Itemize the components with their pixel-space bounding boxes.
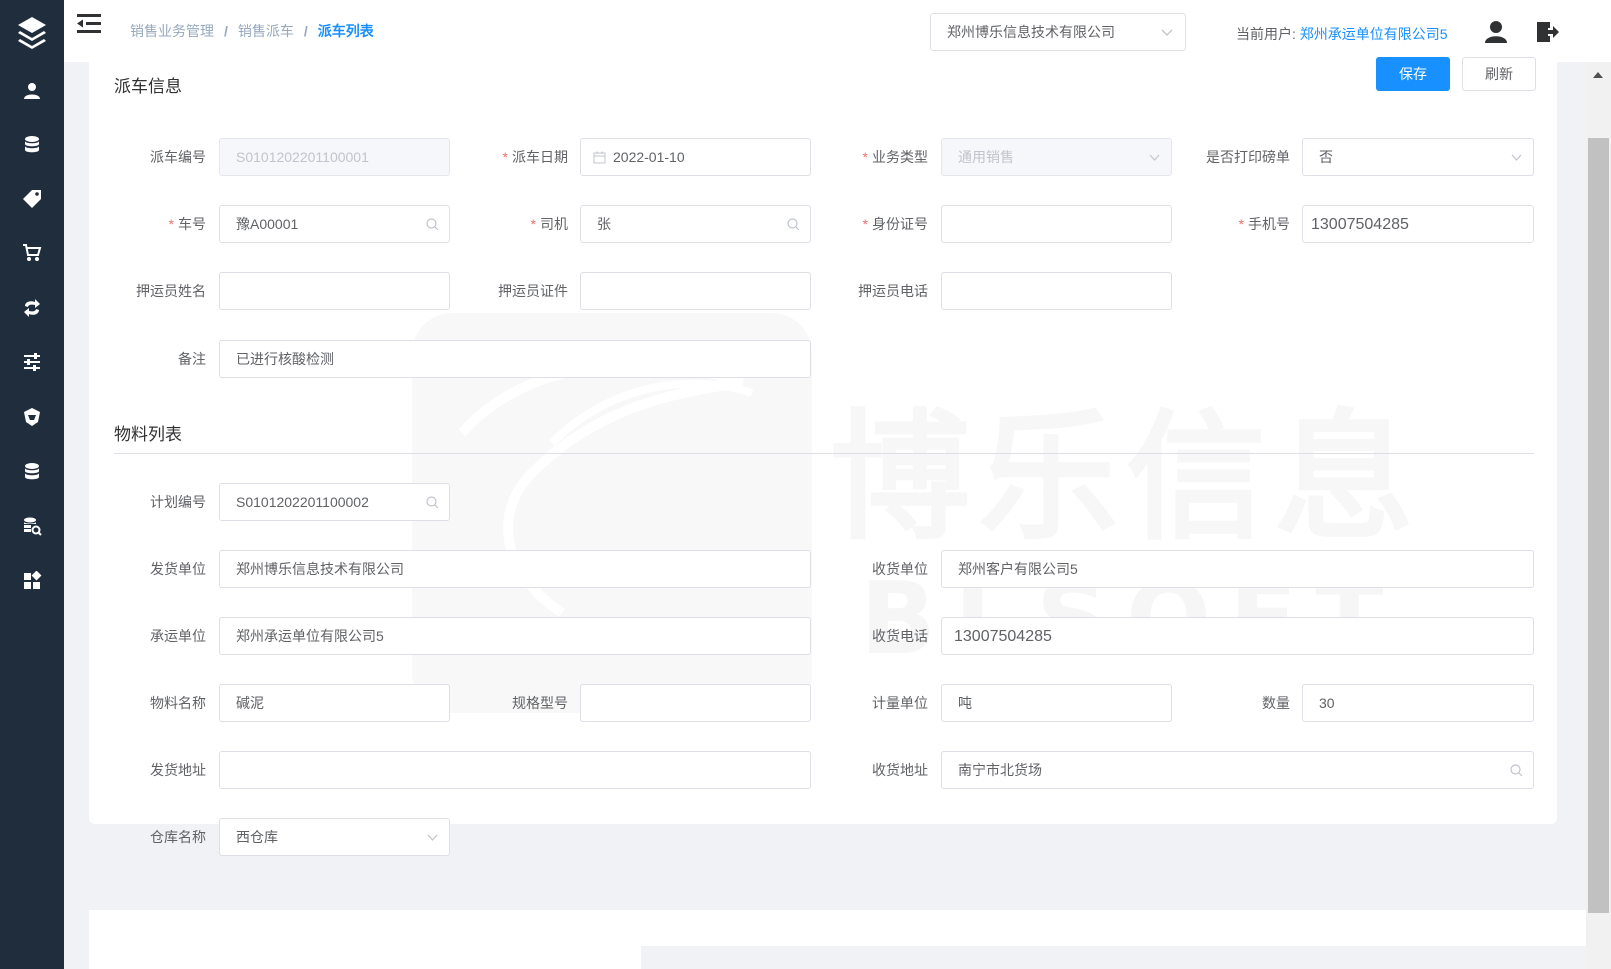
search-icon[interactable] <box>426 496 439 509</box>
unit-field[interactable]: 吨 <box>941 684 1172 722</box>
driver-field[interactable]: 张 <box>580 205 811 243</box>
breadcrumb-separator: / <box>224 23 228 39</box>
dispatch-date-field[interactable]: 2022-01-10 <box>580 138 811 176</box>
id-no-field[interactable] <box>941 205 1172 243</box>
car-no-label: * 车号 <box>168 216 206 232</box>
hamburger-icon[interactable] <box>77 13 101 35</box>
sender-field[interactable]: 郑州博乐信息技术有限公司 <box>219 550 811 588</box>
chevron-down-icon <box>1161 29 1173 36</box>
escort-id-field[interactable] <box>580 272 811 310</box>
database-icon-2[interactable] <box>19 459 45 485</box>
current-user-name[interactable]: 郑州承运单位有限公司5 <box>1300 26 1448 42</box>
warehouse-label: 仓库名称 <box>150 829 206 845</box>
company-select[interactable]: 郑州博乐信息技术有限公司 <box>930 13 1186 51</box>
search-icon[interactable] <box>426 218 439 231</box>
breadcrumb-current: 派车列表 <box>317 23 374 39</box>
unit-label: 计量单位 <box>872 695 928 711</box>
lower-card <box>89 910 1586 946</box>
breadcrumb-separator: / <box>303 23 308 39</box>
phone-label: * 手机号 <box>1238 216 1290 232</box>
users-icon[interactable] <box>19 78 45 104</box>
qty-label: 数量 <box>1262 695 1290 711</box>
carrier-label: 承运单位 <box>150 628 206 644</box>
exchange-icon[interactable] <box>19 295 45 321</box>
save-button[interactable]: 保存 <box>1376 57 1450 91</box>
refresh-button[interactable]: 刷新 <box>1462 57 1536 91</box>
recv-addr-field[interactable]: 南宁市北货场 <box>941 751 1534 789</box>
phone-field[interactable]: 13007504285 <box>1302 205 1534 243</box>
remark-label: 备注 <box>178 351 206 367</box>
escort-phone-label: 押运员电话 <box>858 283 928 299</box>
section-title-materials: 物料列表 <box>114 425 182 444</box>
remark-field[interactable]: 已进行核酸检测 <box>219 340 811 378</box>
shield-icon[interactable] <box>19 404 45 430</box>
print-weigh-label: 是否打印磅单 <box>1206 149 1290 165</box>
apps-icon[interactable] <box>19 568 45 594</box>
car-no-field[interactable]: 豫A00001 <box>219 205 450 243</box>
warehouse-select[interactable]: 西仓库 <box>219 818 450 856</box>
print-weigh-select[interactable]: 否 <box>1302 138 1534 176</box>
driver-label: * 司机 <box>530 216 568 232</box>
escort-id-label: 押运员证件 <box>498 283 568 299</box>
cart-icon[interactable] <box>19 240 45 266</box>
database-icon[interactable] <box>19 132 45 158</box>
spec-field[interactable] <box>580 684 811 722</box>
id-no-label: * 身份证号 <box>862 216 928 232</box>
chevron-down-icon <box>427 834 438 841</box>
current-user: 当前用户: 郑州承运单位有限公司5 <box>1236 24 1448 44</box>
biz-type-select[interactable]: 通用销售 <box>941 138 1172 176</box>
user-icon[interactable] <box>1484 20 1508 44</box>
qty-field[interactable]: 30 <box>1302 684 1534 722</box>
search-doc-icon[interactable] <box>19 513 45 539</box>
scrollbar-thumb[interactable] <box>1588 138 1609 913</box>
escort-name-field[interactable] <box>219 272 450 310</box>
send-addr-field[interactable] <box>219 751 811 789</box>
recv-addr-label: 收货地址 <box>872 762 928 778</box>
calendar-icon <box>593 151 606 164</box>
sliders-icon[interactable] <box>19 349 45 375</box>
breadcrumb-item[interactable]: 销售派车 <box>238 21 294 41</box>
search-icon[interactable] <box>787 218 800 231</box>
sender-label: 发货单位 <box>150 561 206 577</box>
chevron-down-icon <box>1511 154 1522 161</box>
breadcrumb: 销售业务管理 / 销售派车 / 派车列表 <box>130 21 374 41</box>
dispatch-no-field[interactable]: S0101202201100001 <box>219 138 450 176</box>
lower-card-strip <box>89 946 641 969</box>
escort-name-label: 押运员姓名 <box>136 283 206 299</box>
layers-icon[interactable] <box>16 15 48 55</box>
company-select-value: 郑州博乐信息技术有限公司 <box>947 24 1115 40</box>
receiver-phone-field[interactable]: 13007504285 <box>941 617 1534 655</box>
send-addr-label: 发货地址 <box>150 762 206 778</box>
escort-phone-field[interactable] <box>941 272 1172 310</box>
section-divider <box>114 453 1534 454</box>
receiver-phone-label: 收货电话 <box>872 628 928 644</box>
plan-no-field[interactable]: S0101202201100002 <box>219 483 450 521</box>
plan-no-label: 计划编号 <box>150 494 206 510</box>
chevron-down-icon <box>1149 154 1160 161</box>
receiver-field[interactable]: 郑州客户有限公司5 <box>941 550 1534 588</box>
breadcrumb-item[interactable]: 销售业务管理 <box>130 21 214 41</box>
dispatch-no-label: 派车编号 <box>150 149 206 165</box>
material-name-label: 物料名称 <box>150 695 206 711</box>
dispatch-date-label: * 派车日期 <box>502 149 568 165</box>
watermark-text-cn: 博乐信息 <box>830 397 1423 560</box>
logout-icon[interactable] <box>1535 20 1559 44</box>
tag-icon[interactable] <box>19 186 45 212</box>
search-icon[interactable] <box>1510 764 1523 777</box>
top-header: 销售业务管理 / 销售派车 / 派车列表 郑州博乐信息技术有限公司 当前用户: … <box>64 0 1611 62</box>
material-name-field[interactable]: 碱泥 <box>219 684 450 722</box>
section-title-dispatch: 派车信息 <box>114 77 182 96</box>
current-user-label: 当前用户: <box>1236 26 1296 42</box>
receiver-label: 收货单位 <box>872 561 928 577</box>
biz-type-label: * 业务类型 <box>862 149 928 165</box>
carrier-field[interactable]: 郑州承运单位有限公司5 <box>219 617 811 655</box>
sidebar <box>0 0 64 969</box>
scroll-up-arrow-icon[interactable] <box>1592 70 1604 80</box>
spec-label: 规格型号 <box>512 695 568 711</box>
